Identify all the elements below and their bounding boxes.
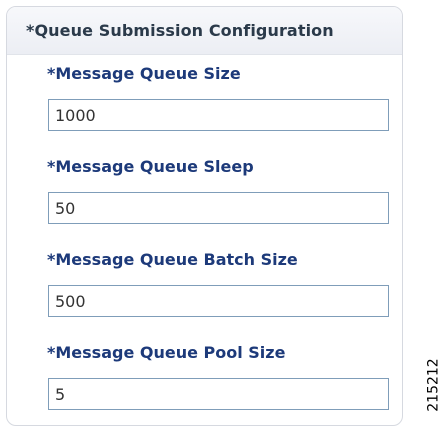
message-queue-size-label: *Message Queue Size: [47, 64, 241, 83]
panel-header: *Queue Submission Configuration: [7, 7, 402, 55]
figure-id: 215212: [426, 353, 441, 417]
message-queue-sleep-label: *Message Queue Sleep: [47, 157, 254, 176]
message-queue-size-field: *Message Queue Size: [47, 64, 389, 131]
message-queue-sleep-input[interactable]: [48, 192, 389, 224]
message-queue-size-input[interactable]: [48, 99, 389, 131]
message-queue-pool-size-label: *Message Queue Pool Size: [47, 343, 286, 362]
figure-id-text: 215212: [426, 358, 441, 412]
message-queue-batch-size-field: *Message Queue Batch Size: [47, 250, 389, 317]
message-queue-pool-size-input[interactable]: [48, 378, 389, 410]
message-queue-pool-size-field: *Message Queue Pool Size: [47, 343, 389, 410]
queue-submission-configuration-panel: *Queue Submission Configuration *Message…: [6, 6, 403, 426]
panel-title: *Queue Submission Configuration: [26, 21, 334, 40]
message-queue-sleep-field: *Message Queue Sleep: [47, 157, 389, 224]
message-queue-batch-size-label: *Message Queue Batch Size: [47, 250, 298, 269]
message-queue-batch-size-input[interactable]: [48, 285, 389, 317]
